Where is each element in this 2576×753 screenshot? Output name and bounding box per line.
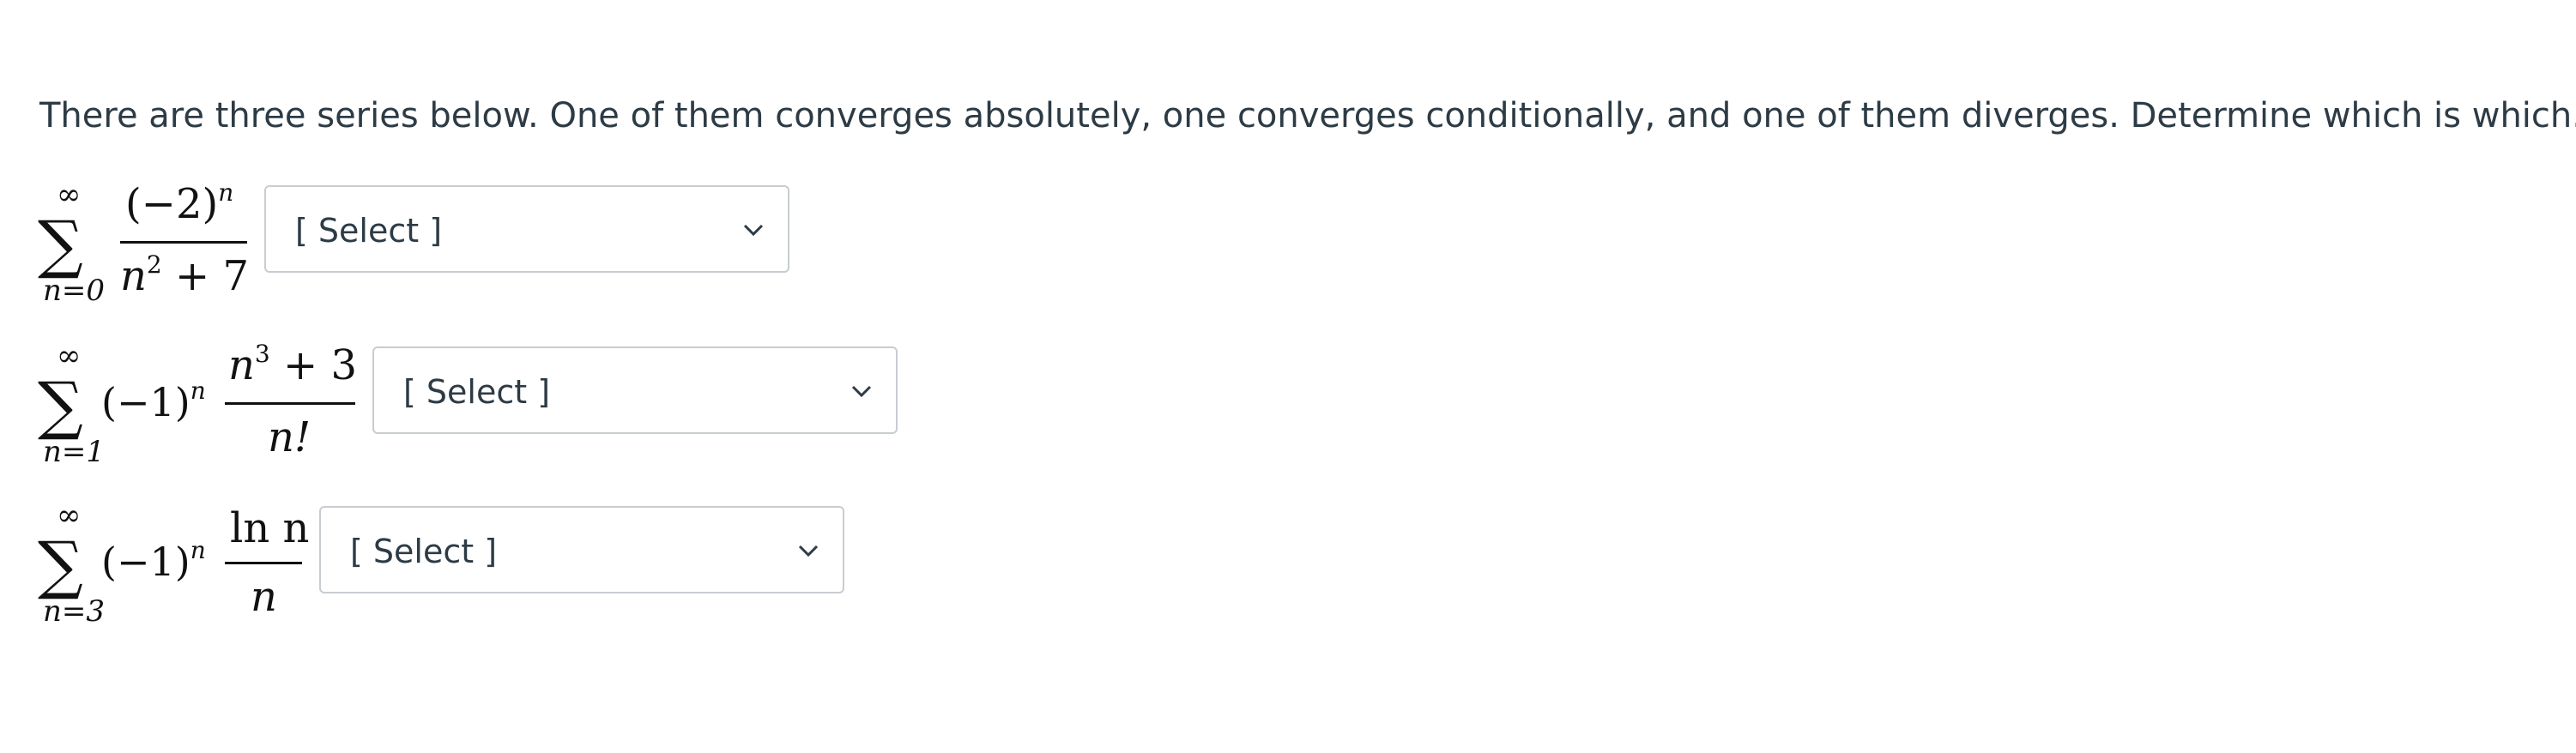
denominator-exponent: 2 <box>146 250 162 279</box>
sign-factor: (−1)n <box>101 379 206 423</box>
numerator: n3 + 3 <box>228 342 357 387</box>
select-value: [ Select ] <box>350 533 498 570</box>
chevron-down-icon <box>743 224 764 237</box>
denominator-base: n <box>120 252 147 300</box>
sign-factor-base: (−1) <box>101 539 190 585</box>
numerator: (−2)n <box>125 181 233 226</box>
summation-sign: ∑ <box>38 208 83 281</box>
select-value: [ Select ] <box>403 373 551 411</box>
fraction-bar <box>225 562 302 564</box>
sign-factor-exponent: n <box>190 536 206 564</box>
question-text: There are three series below. One of the… <box>39 96 2576 136</box>
select-value: [ Select ] <box>295 212 443 250</box>
sign-factor-base: (−1) <box>101 379 190 425</box>
numerator-base: n <box>228 341 255 389</box>
numerator-exponent: n <box>218 178 234 207</box>
sum-lower-limit: n=3 <box>43 594 106 629</box>
answer-select-2[interactable]: [ Select ] <box>372 346 898 434</box>
summation-sign: ∑ <box>38 369 83 443</box>
fraction-bar <box>120 241 247 244</box>
sum-upper-limit: ∞ <box>57 339 82 373</box>
denominator-rest: + 7 <box>161 252 250 300</box>
denominator: n <box>251 573 277 621</box>
answer-select-3[interactable]: [ Select ] <box>319 506 844 593</box>
sum-upper-limit: ∞ <box>57 498 82 533</box>
numerator: ln n <box>230 504 310 552</box>
sign-factor-exponent: n <box>190 376 206 405</box>
sum-upper-limit: ∞ <box>57 178 82 212</box>
sum-lower-limit: n=1 <box>43 435 106 469</box>
summation-sign: ∑ <box>38 528 83 602</box>
chevron-down-icon <box>851 385 872 398</box>
answer-select-1[interactable]: [ Select ] <box>264 185 789 273</box>
sum-lower-limit: n=0 <box>43 274 106 308</box>
chevron-down-icon <box>798 545 819 557</box>
numerator-exponent: 3 <box>254 340 270 368</box>
numerator-rest: + 3 <box>269 341 358 389</box>
denominator: n! <box>268 413 311 461</box>
sign-factor: (−1)n <box>101 539 206 582</box>
numerator-base: (−2) <box>125 180 219 228</box>
fraction-bar <box>225 402 355 405</box>
denominator: n2 + 7 <box>120 253 249 298</box>
